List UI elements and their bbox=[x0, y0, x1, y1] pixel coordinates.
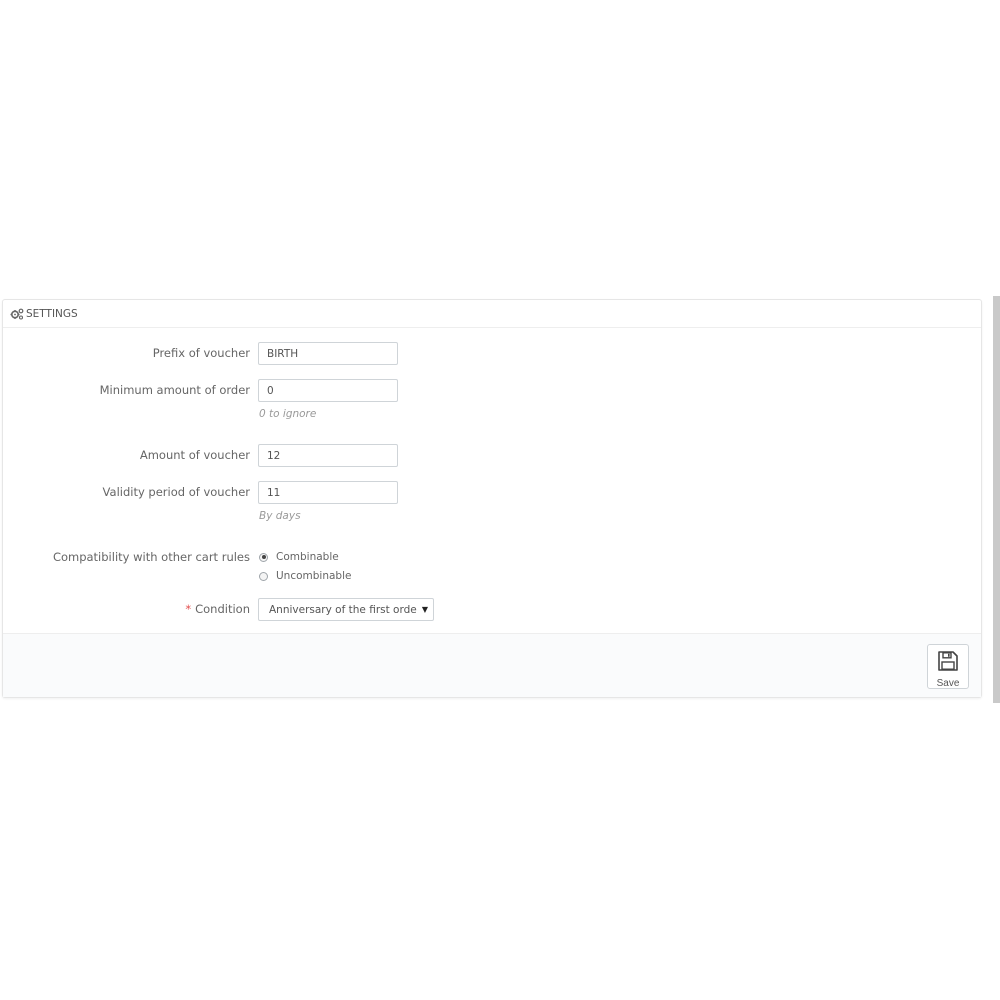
radio-uncombinable[interactable]: Uncombinable bbox=[259, 570, 351, 582]
min-amount-label: Minimum amount of order bbox=[99, 383, 250, 397]
compatibility-label: Compatibility with other cart rules bbox=[52, 550, 250, 564]
save-button[interactable]: Save bbox=[927, 644, 969, 689]
condition-label-wrap: * Condition bbox=[185, 602, 250, 616]
panel-title: SETTINGS bbox=[26, 307, 78, 320]
scrollbar[interactable] bbox=[993, 296, 1000, 703]
gears-icon bbox=[10, 307, 24, 321]
condition-selected-value: Anniversary of the first orde bbox=[269, 603, 417, 616]
amount-input[interactable] bbox=[258, 444, 398, 467]
floppy-disk-icon bbox=[937, 650, 959, 675]
validity-label: Validity period of voucher bbox=[102, 485, 250, 499]
radio-uncombinable-indicator[interactable] bbox=[259, 571, 268, 581]
settings-panel: SETTINGS Prefix of voucher Minimum amoun… bbox=[2, 299, 982, 698]
validity-input[interactable] bbox=[258, 481, 398, 504]
min-amount-help: 0 to ignore bbox=[259, 408, 317, 420]
panel-heading: SETTINGS bbox=[3, 300, 981, 328]
radio-combinable-label: Combinable bbox=[276, 551, 339, 563]
radio-combinable[interactable]: Combinable bbox=[259, 551, 339, 563]
required-mark: * bbox=[185, 602, 192, 616]
radio-combinable-indicator[interactable] bbox=[259, 552, 268, 562]
amount-label: Amount of voucher bbox=[139, 448, 250, 462]
validity-help: By days bbox=[259, 510, 301, 522]
page: SETTINGS Prefix of voucher Minimum amoun… bbox=[0, 0, 1000, 1000]
panel-footer: Save bbox=[3, 633, 981, 697]
prefix-input[interactable] bbox=[258, 342, 398, 365]
save-button-label: Save bbox=[936, 678, 960, 689]
condition-label: Condition bbox=[195, 602, 250, 616]
caret-down-icon: ▼ bbox=[421, 605, 429, 614]
min-amount-input[interactable] bbox=[258, 379, 398, 402]
prefix-label: Prefix of voucher bbox=[152, 346, 250, 360]
condition-select[interactable]: Anniversary of the first orde ▼ bbox=[258, 598, 434, 621]
radio-uncombinable-label: Uncombinable bbox=[276, 570, 352, 582]
